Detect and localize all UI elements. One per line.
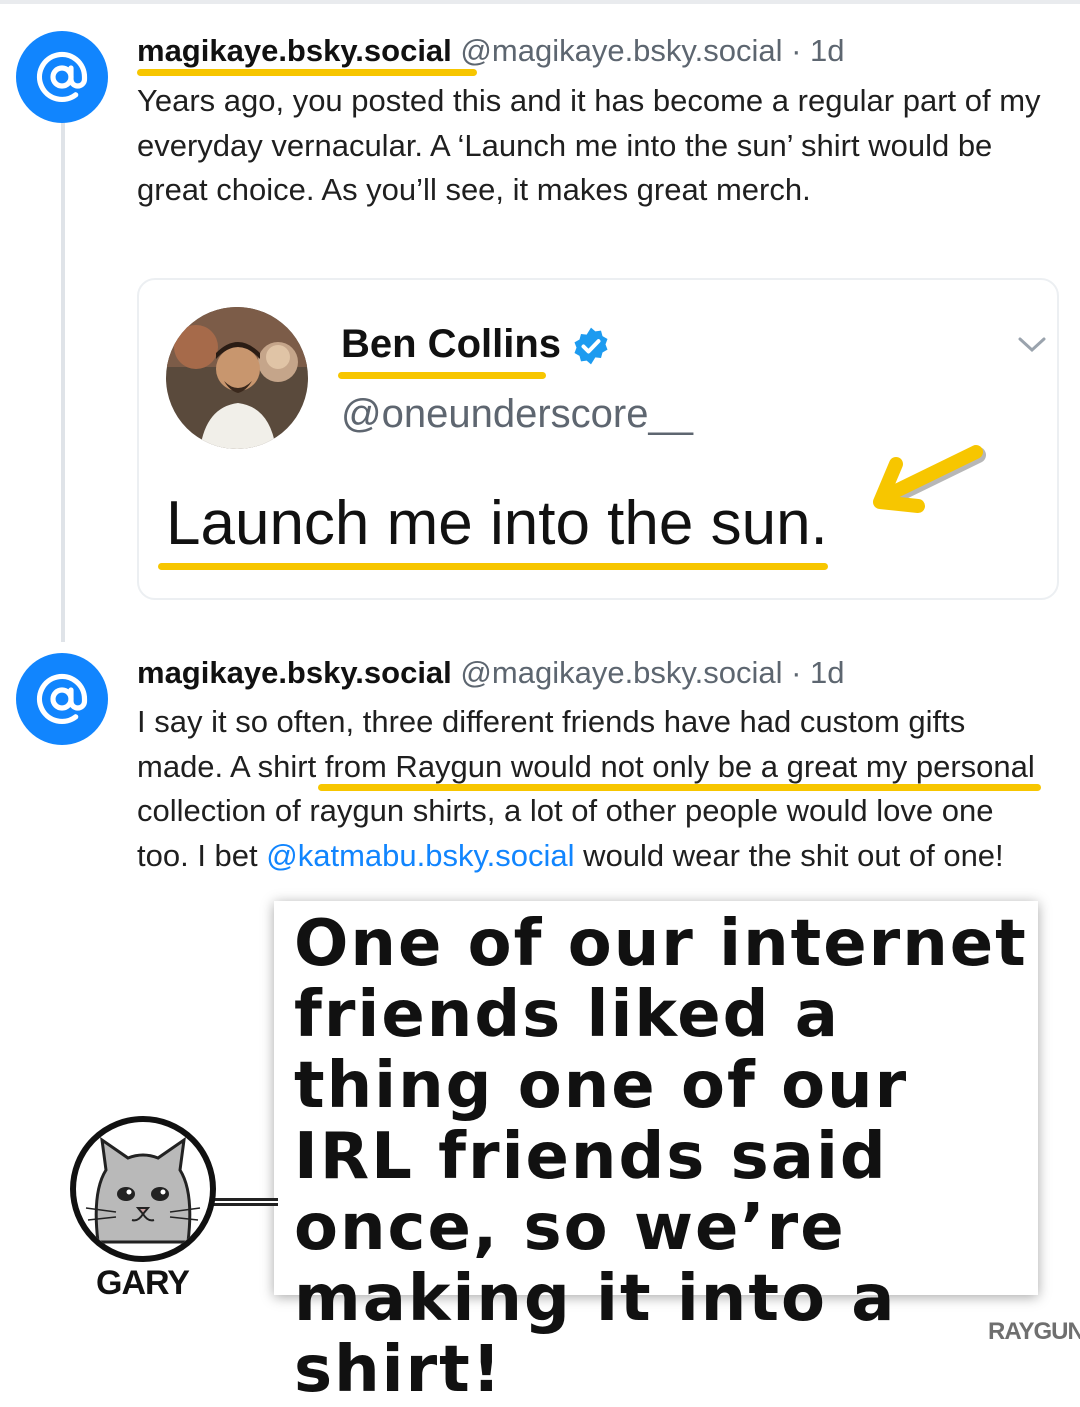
at-sign-icon[interactable]	[16, 653, 108, 745]
brand-watermark: RAYGUN	[988, 1318, 1080, 1345]
author-name[interactable]: magikaye.bsky.social	[137, 655, 452, 690]
arrow-icon	[873, 445, 986, 513]
embed-text: Launch me into the sun.	[166, 489, 828, 558]
post-text-part: would wear the shit out of one!	[574, 837, 1004, 873]
mention-link[interactable]: @katmabu.bsky.social	[266, 838, 574, 873]
author-handle[interactable]: @magikaye.bsky.social	[460, 655, 782, 690]
cat-icon	[70, 1116, 216, 1262]
verified-badge-icon	[574, 327, 608, 365]
highlight-underline	[137, 69, 477, 76]
highlight-underline	[338, 372, 546, 379]
embed-author-handle[interactable]: @oneunderscore__	[341, 392, 693, 437]
speech-connector	[206, 1198, 278, 1206]
embed-author-name[interactable]: Ben Collins	[341, 322, 561, 367]
callout-box: One of our internet friends liked a thin…	[274, 901, 1038, 1406]
post-header: magikaye.bsky.social @magikaye.bsky.soci…	[137, 33, 845, 69]
at-sign-icon[interactable]	[16, 31, 108, 123]
callout-text: One of our internet friends liked a thin…	[294, 907, 1028, 1407]
thread-connector	[61, 122, 65, 642]
post-time: · 1d	[791, 655, 845, 690]
mascot-label: GARY	[96, 1264, 190, 1302]
chevron-down-icon[interactable]	[1016, 334, 1048, 356]
highlight-underline	[158, 563, 828, 570]
post-text: Years ago, you posted this and it has be…	[137, 83, 1041, 207]
post-header: magikaye.bsky.social @magikaye.bsky.soci…	[137, 655, 845, 691]
author-handle[interactable]: @magikaye.bsky.social	[460, 33, 782, 68]
highlight-underline	[318, 784, 1041, 791]
top-divider	[0, 0, 1080, 4]
author-name[interactable]: magikaye.bsky.social	[137, 33, 452, 68]
post-time: · 1d	[791, 33, 845, 68]
avatar[interactable]	[166, 307, 308, 449]
